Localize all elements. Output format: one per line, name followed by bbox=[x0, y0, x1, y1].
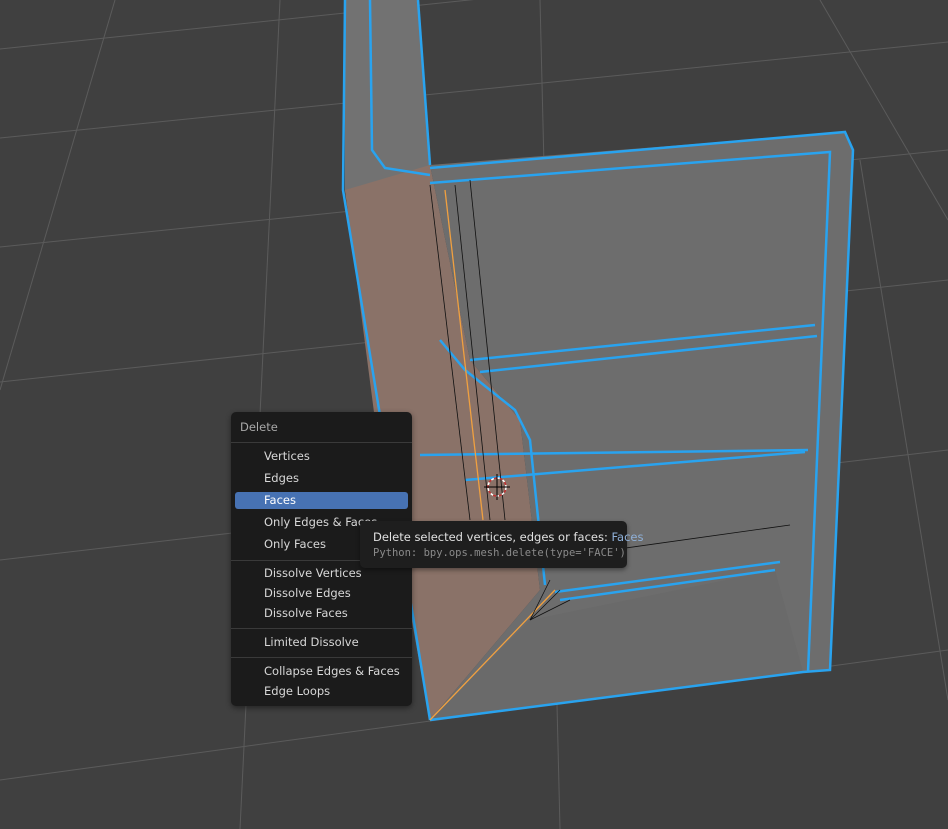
menu-item-faces[interactable]: Faces bbox=[235, 492, 408, 509]
3d-viewport[interactable] bbox=[0, 0, 948, 829]
menu-item-dissolve-faces[interactable]: Dissolve Faces bbox=[235, 605, 408, 622]
menu-item-edges[interactable]: Edges bbox=[235, 470, 408, 487]
tooltip-value: Faces bbox=[611, 530, 644, 544]
tooltip-description-line: Delete selected vertices, edges or faces… bbox=[373, 530, 644, 544]
menu-item-edge-loops[interactable]: Edge Loops bbox=[235, 683, 408, 700]
menu-separator bbox=[231, 628, 412, 629]
menu-item-dissolve-edges[interactable]: Dissolve Edges bbox=[235, 585, 408, 602]
tooltip-python: Python: bpy.ops.mesh.delete(type='FACE') bbox=[373, 547, 626, 559]
menu-separator bbox=[231, 657, 412, 658]
menu-separator bbox=[231, 442, 412, 443]
menu-item-vertices[interactable]: Vertices bbox=[235, 448, 408, 465]
menu-title: Delete bbox=[240, 420, 278, 434]
tooltip-description: Delete selected vertices, edges or faces… bbox=[373, 530, 608, 544]
tooltip: Delete selected vertices, edges or faces… bbox=[360, 521, 644, 568]
menu-item-collapse-edges-faces[interactable]: Collapse Edges & Faces bbox=[235, 663, 408, 680]
menu-item-limited-dissolve[interactable]: Limited Dissolve bbox=[235, 634, 408, 651]
